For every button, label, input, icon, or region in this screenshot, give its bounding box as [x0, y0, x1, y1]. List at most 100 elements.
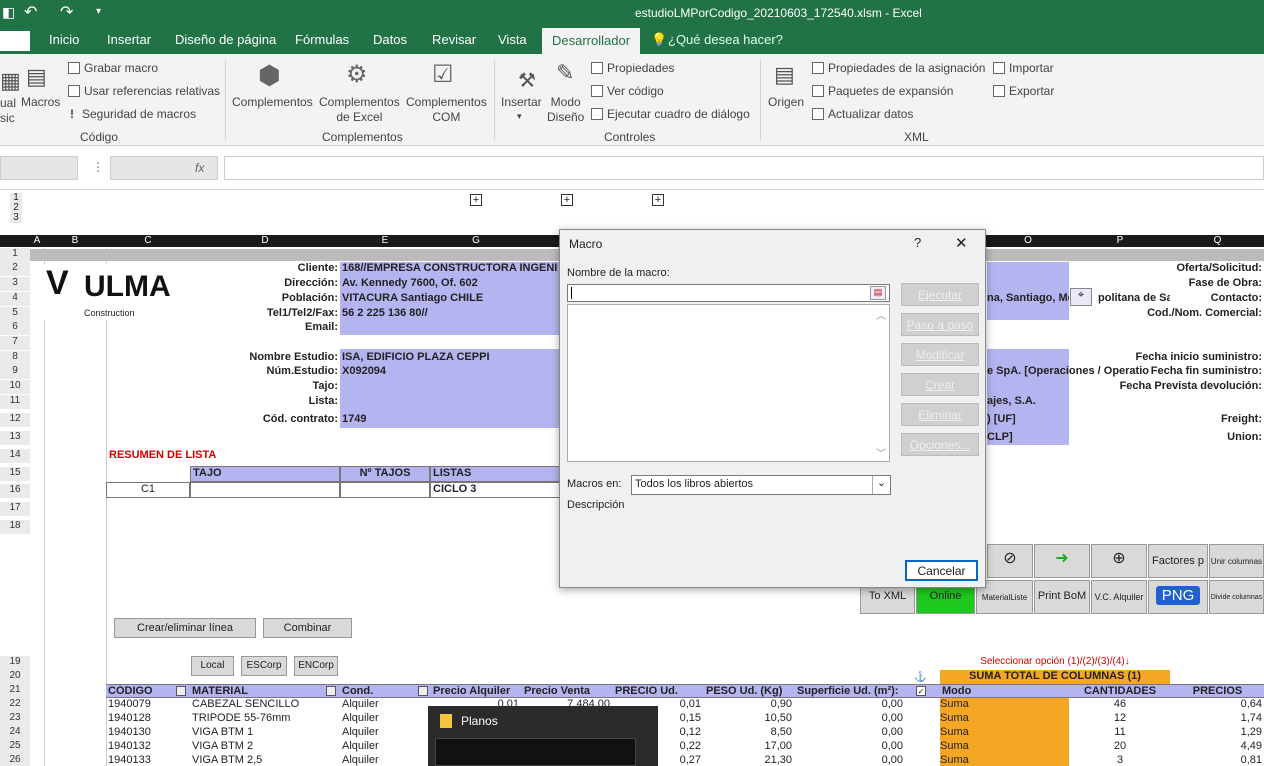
row-header[interactable]: 9 — [0, 365, 30, 379]
td-cond[interactable]: Alquiler — [342, 740, 428, 752]
row-header[interactable]: 21 — [0, 684, 30, 698]
column-header-p[interactable]: P — [1069, 235, 1171, 247]
city-value[interactable]: VITACURA Santiago CHILE — [342, 292, 483, 304]
run-dialog-button[interactable]: Ejecutar cuadro de diálogo — [591, 107, 750, 121]
contract-value[interactable]: 1749 — [342, 413, 366, 425]
export-button[interactable]: Exportar — [993, 84, 1054, 98]
td-modo[interactable]: Suma — [940, 754, 1069, 766]
tab-datos[interactable]: Datos — [373, 32, 407, 47]
expand-group-icon[interactable]: + — [652, 194, 664, 206]
run-button[interactable]: Ejecutar — [901, 283, 979, 306]
td-modo[interactable]: Suma — [940, 698, 1069, 712]
addins-button[interactable]: Complementos — [232, 95, 313, 109]
help-icon[interactable]: ? — [914, 235, 921, 250]
fx-icon[interactable]: fx — [195, 161, 204, 175]
more-options-icon[interactable]: ⋮ — [92, 160, 104, 174]
vc-alquiler-button[interactable]: V.C. Alquiler — [1091, 580, 1147, 614]
outline-level-buttons[interactable]: 123 — [10, 193, 22, 223]
column-header-d[interactable]: D — [190, 235, 340, 247]
insert-controls-button[interactable]: Insertar — [501, 95, 542, 109]
cancel-button[interactable]: Cancelar — [905, 560, 978, 581]
resumen-ntajos-cell[interactable] — [340, 482, 430, 498]
chevron-down-icon[interactable]: ⌄ — [872, 476, 890, 494]
scroll-up-icon[interactable]: ︿ — [876, 307, 886, 322]
png-button[interactable]: PNG — [1148, 580, 1208, 614]
options-button[interactable]: Opciones... — [901, 433, 979, 456]
td-peso[interactable]: 8,50 — [706, 726, 792, 738]
filter-icon[interactable] — [176, 686, 186, 696]
visual-basic-icon[interactable]: ▦ — [0, 68, 21, 94]
excel-addins-button[interactable]: Complementos de Excel — [319, 95, 400, 125]
forward-doc-icon[interactable]: ➜ — [1034, 544, 1090, 578]
td-cantidades[interactable]: 20 — [1069, 740, 1171, 752]
expand-group-icon[interactable]: + — [561, 194, 573, 206]
design-mode-button[interactable]: Modo Diseño — [547, 95, 584, 125]
properties-button[interactable]: Propiedades — [591, 61, 674, 75]
row-header[interactable]: 10 — [0, 380, 30, 394]
resumen-c1[interactable]: C1 — [106, 482, 190, 498]
map-properties-button[interactable]: Propiedades de la asignación — [812, 61, 985, 75]
factores-button[interactable]: Factores p — [1148, 544, 1208, 578]
outline-level-3[interactable]: 3 — [13, 212, 19, 223]
view-code-button[interactable]: Ver código — [591, 84, 664, 98]
tab-insertar[interactable]: Insertar — [107, 32, 151, 47]
row-header[interactable]: 8 — [0, 351, 30, 365]
row-header[interactable]: 19 — [0, 656, 30, 670]
row-header[interactable]: 12 — [0, 413, 30, 427]
divide-columnas-button[interactable]: Divide columnas — [1209, 580, 1264, 614]
td-codigo[interactable]: 1940079 — [108, 698, 188, 710]
visual-basic-button[interactable]: ual sic — [0, 96, 16, 126]
tab-diseno-pagina[interactable]: Diseño de página — [175, 32, 276, 47]
unir-columnas-button[interactable]: Unir columnas — [1209, 544, 1264, 578]
save-icon[interactable]: ◧ — [2, 4, 15, 21]
td-cantidades[interactable]: 46 — [1069, 698, 1171, 710]
row-header[interactable]: 5 — [0, 307, 30, 321]
td-modo[interactable]: Suma — [940, 740, 1069, 754]
td-material[interactable]: VIGA BTM 2,5 — [192, 754, 338, 766]
filter-icon[interactable] — [326, 686, 336, 696]
currency-uf-value[interactable]: ) [UF] — [987, 413, 1069, 425]
th-cantidades[interactable]: CANTIDADES — [1069, 685, 1171, 697]
td-peso[interactable]: 21,30 — [706, 754, 792, 766]
chevron-down-icon[interactable]: ▾ — [517, 111, 522, 122]
td-modo[interactable]: Suma — [940, 712, 1069, 726]
region-value-2[interactable]: politana de Sar — [1098, 292, 1170, 304]
macro-name-input[interactable]: ▤ — [567, 284, 890, 302]
row-header[interactable]: 7 — [0, 336, 30, 350]
step-into-button[interactable]: Paso a paso — [901, 313, 979, 336]
macro-security-button[interactable]: ! Seguridad de macros — [68, 107, 196, 121]
column-header-g[interactable]: G — [430, 235, 522, 247]
td-modo[interactable]: Suma — [940, 726, 1069, 740]
tab-formulas[interactable]: Fórmulas — [295, 32, 349, 47]
th-superficie[interactable]: Superficie Ud. (m²): — [797, 685, 907, 697]
expand-group-icon[interactable]: + — [470, 194, 482, 206]
td-precios[interactable]: 0,81 — [1171, 754, 1262, 766]
td-material[interactable]: VIGA BTM 1 — [192, 726, 338, 738]
td-codigo[interactable]: 1940132 — [108, 740, 188, 752]
client-value[interactable]: 168//EMPRESA CONSTRUCTORA INGENIER — [342, 262, 558, 274]
address-value[interactable]: Av. Kennedy 7600, Of. 602 — [342, 277, 478, 289]
tell-me-box[interactable]: ¿Qué desea hacer? — [668, 32, 783, 47]
td-cond[interactable]: Alquiler — [342, 754, 428, 766]
th-precio-alquiler[interactable]: Precio Alquiler — [433, 685, 521, 697]
relative-refs-button[interactable]: Usar referencias relativas — [68, 84, 220, 98]
td-codigo[interactable]: 1940130 — [108, 726, 188, 738]
study-num-value[interactable]: X092094 — [342, 365, 386, 377]
undo-icon[interactable]: ↶ — [24, 2, 37, 22]
scroll-down-icon[interactable]: ﹀ — [876, 445, 886, 460]
td-precios[interactable]: 0,64 — [1171, 698, 1262, 710]
td-cond[interactable]: Alquiler — [342, 712, 428, 724]
row-header[interactable]: 20 — [0, 670, 30, 684]
column-header-b[interactable]: B — [44, 235, 106, 247]
row-header[interactable]: 3 — [0, 277, 30, 291]
td-cond[interactable]: Alquiler — [342, 698, 428, 710]
formula-input[interactable] — [224, 156, 1264, 180]
row-header[interactable]: 2 — [0, 262, 30, 276]
filter-icon[interactable] — [418, 686, 428, 696]
resumen-listas-cell[interactable]: CICLO 3 — [430, 482, 560, 498]
close-icon[interactable]: ✕ — [955, 234, 968, 252]
row-header[interactable]: 1 — [0, 248, 30, 262]
td-material[interactable]: CABEZAL SENCILLO — [192, 698, 338, 710]
td-codigo[interactable]: 1940133 — [108, 754, 188, 766]
td-material[interactable]: VIGA BTM 2 — [192, 740, 338, 752]
